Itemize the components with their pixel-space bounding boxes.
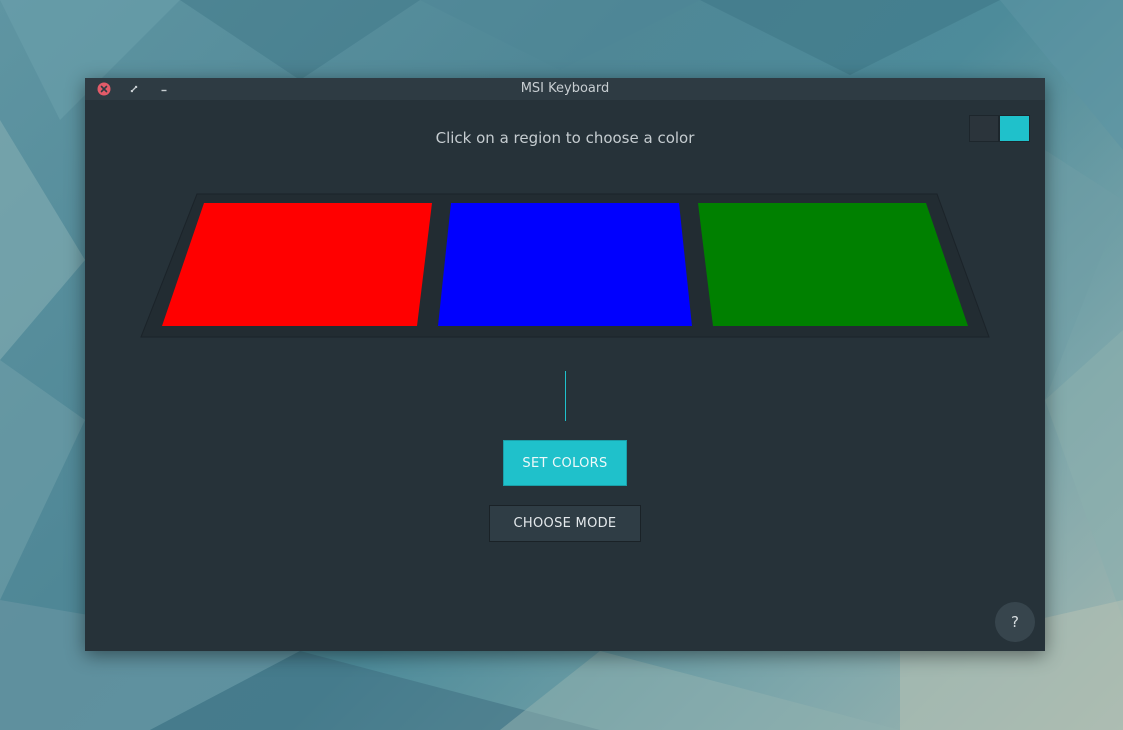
region-middle[interactable] bbox=[438, 203, 692, 326]
region-left[interactable] bbox=[162, 203, 432, 326]
keyboard-regions bbox=[140, 193, 990, 338]
help-button[interactable]: ? bbox=[995, 602, 1035, 642]
accent-divider bbox=[565, 371, 566, 421]
choose-mode-button[interactable]: CHOOSE MODE bbox=[489, 505, 641, 542]
region-right[interactable] bbox=[698, 203, 968, 326]
set-colors-button[interactable]: SET COLORS bbox=[503, 440, 627, 486]
app-window: MSI Keyboard Click on a region to choose… bbox=[85, 78, 1045, 651]
